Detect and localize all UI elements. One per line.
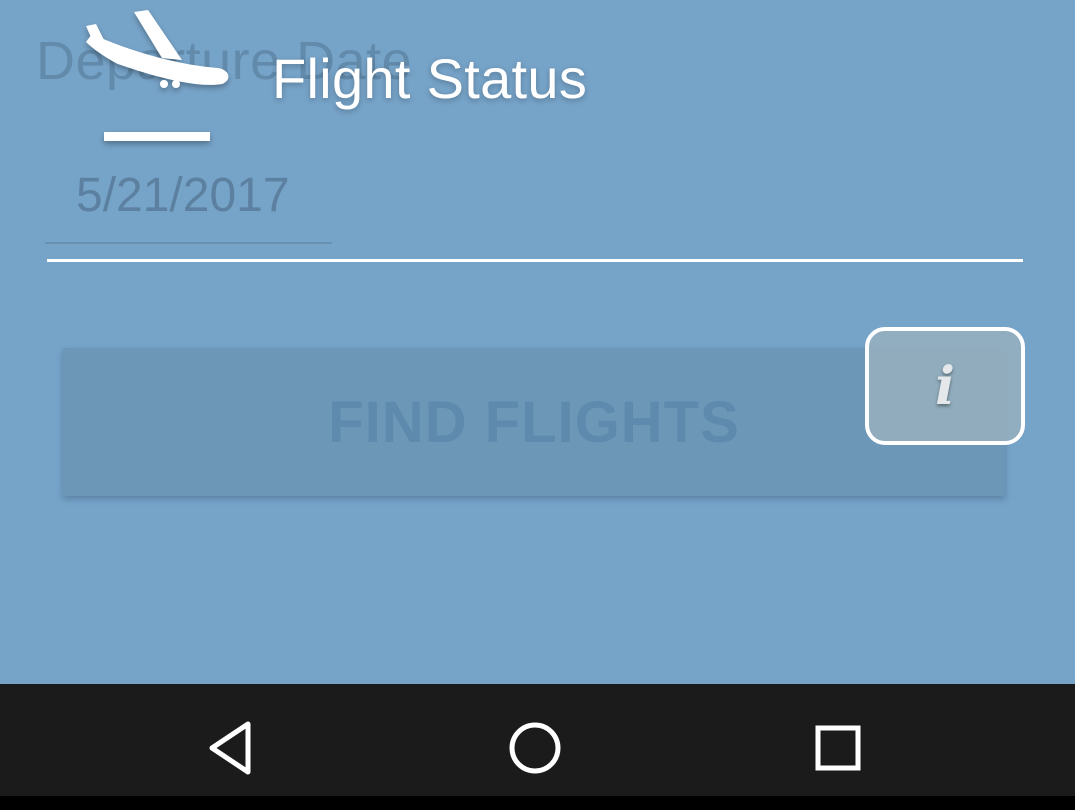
home-circle-icon [509,722,561,774]
nav-recents-button[interactable] [798,708,878,788]
departure-date-field[interactable]: 5/21/2017 [76,168,290,223]
nav-back-button[interactable] [192,708,272,788]
departure-date-underline [45,242,332,244]
find-flights-button[interactable]: FIND FLIGHTS [63,348,1005,496]
back-triangle-icon [209,721,251,775]
recents-square-icon [815,725,861,771]
system-navigation-bar [0,684,1075,796]
info-button[interactable]: i [865,327,1025,445]
header-divider [47,259,1023,262]
flight-status-screen: Departure Date 5/21/2017 FIND FLIGHTS Fl… [0,0,1075,810]
bottom-edge [0,796,1075,810]
nav-home-button[interactable] [495,708,575,788]
info-icon: i [935,355,955,417]
plane-landing-icon [86,10,229,141]
find-flights-label: FIND FLIGHTS [328,389,740,455]
page-title: Flight Status [272,47,588,110]
